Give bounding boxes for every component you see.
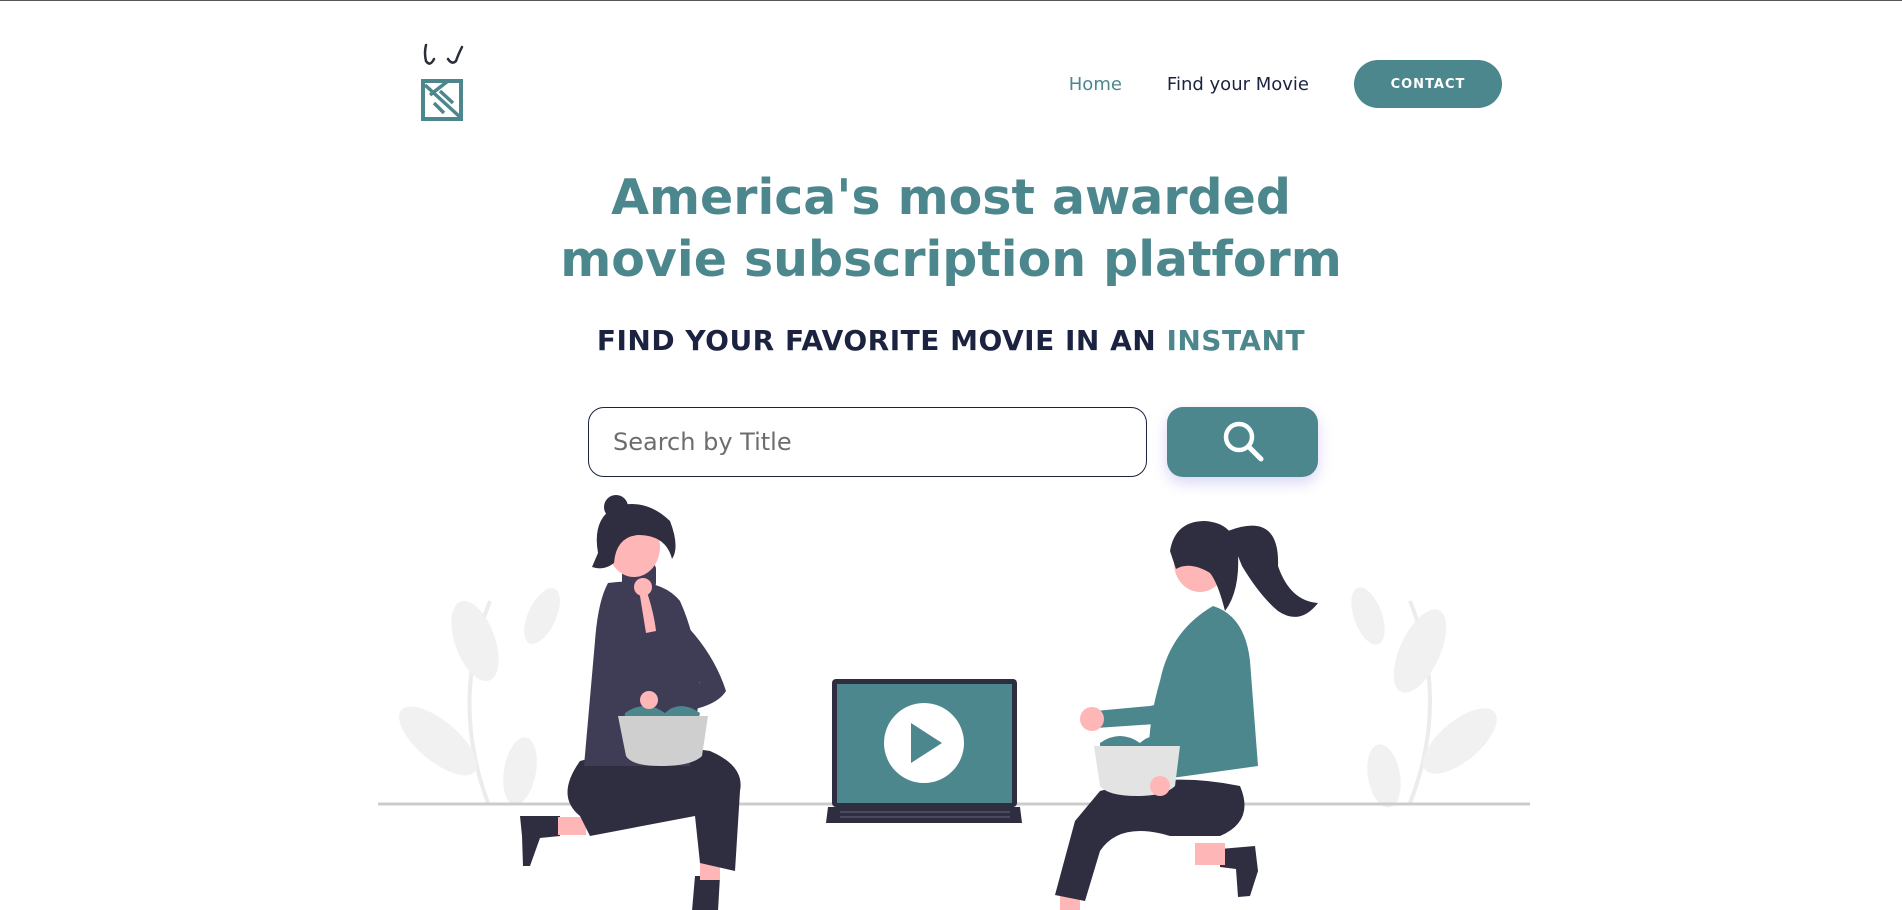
search-button[interactable] [1167, 407, 1318, 477]
left-woman-illustration [520, 495, 741, 910]
hero-subtitle-accent: INSTANT [1166, 324, 1306, 357]
right-plant-illustration [1351, 587, 1497, 808]
brand-logo-icon[interactable] [420, 43, 470, 123]
laptop-illustration [826, 679, 1022, 823]
hero-title-line-1: America's most awarded [611, 169, 1291, 226]
main-nav: Home Find your Movie CONTACT [1069, 60, 1502, 108]
nav-find-movie-link[interactable]: Find your Movie [1167, 74, 1309, 95]
nav-home-link[interactable]: Home [1069, 74, 1122, 95]
hero-title-line-2: movie subscription platform [560, 231, 1342, 288]
left-plant-illustration [399, 588, 560, 805]
search-input[interactable] [588, 407, 1147, 477]
hero-illustration [370, 491, 1540, 910]
search-icon [1221, 419, 1265, 466]
hero-title: America's most awarded movie subscriptio… [0, 167, 1902, 291]
hero-subtitle: FIND YOUR FAVORITE MOVIE IN AN INSTANT [0, 324, 1902, 357]
right-woman-illustration [1055, 521, 1318, 910]
page: Home Find your Movie CONTACT America's m… [0, 0, 1902, 910]
contact-button[interactable]: CONTACT [1354, 60, 1502, 108]
hero-subtitle-main: FIND YOUR FAVORITE MOVIE IN AN [596, 324, 1157, 357]
